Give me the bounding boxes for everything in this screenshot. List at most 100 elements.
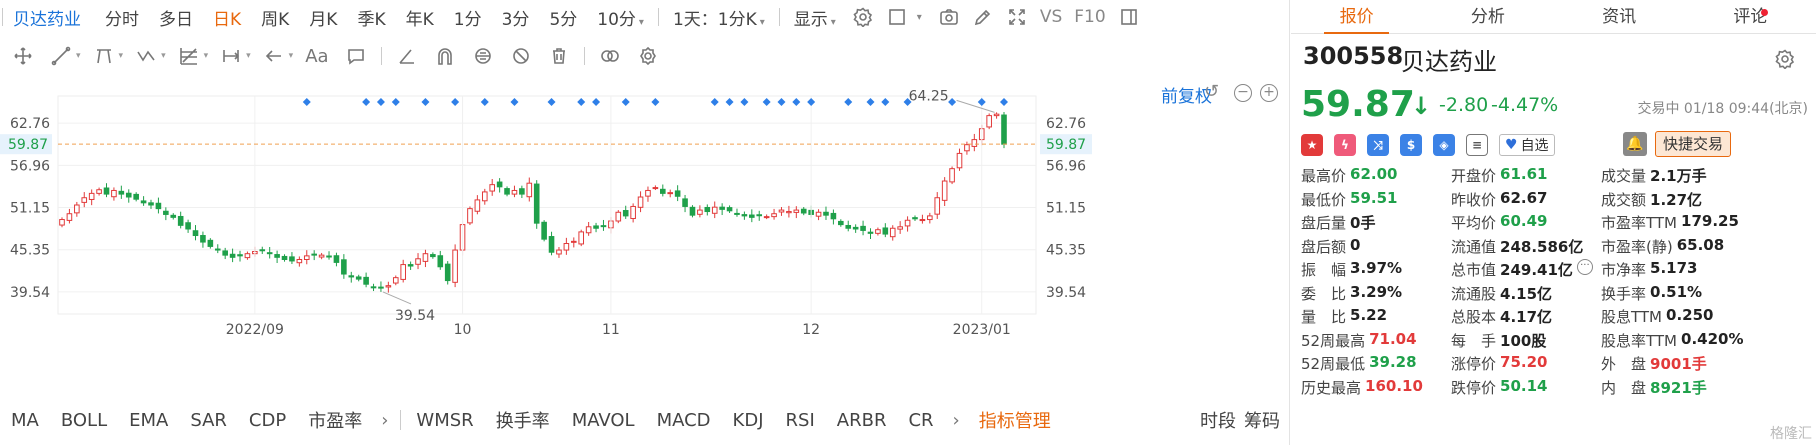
hide-drawings-icon[interactable] [508, 43, 534, 69]
indicator-manage-button[interactable]: 指标管理 [968, 407, 1062, 433]
app-root: 贝达药业 分时 多日 日K 周K 月K 季K 年K 1分 3分 5分 10分 ▾ … [0, 0, 1816, 445]
event-marker-icon [1000, 98, 1008, 106]
channel-tool-icon[interactable] [91, 43, 117, 69]
candle-body [578, 231, 585, 245]
period-month-k[interactable]: 月K [299, 5, 347, 30]
gear-icon[interactable] [1772, 46, 1798, 72]
indicator-arbr[interactable]: ARBR [826, 410, 898, 431]
chevron-down-icon[interactable]: ▾ [246, 51, 251, 61]
chevron-down-icon[interactable]: ▾ [161, 51, 166, 61]
comment-icon[interactable] [343, 43, 369, 69]
period-quarter-k[interactable]: 季K [347, 5, 395, 30]
china-flag-icon[interactable]: ★ [1301, 134, 1323, 156]
indicator-rsi[interactable]: RSI [775, 410, 826, 431]
arrow-left-icon[interactable] [261, 43, 287, 69]
period-intraday[interactable]: 分时 [95, 5, 149, 30]
kline-chart[interactable]: 62.76 62.76 56.96 56.96 51.15 51.15 45.35 45.35… [0, 76, 1290, 396]
zoom-in-icon[interactable]: + [1260, 84, 1278, 102]
fibonacci-tool-icon[interactable] [176, 43, 202, 69]
stock-name-link[interactable]: 贝达药业 [7, 5, 95, 30]
chart-style-square-icon[interactable] [884, 4, 910, 30]
chevron-down-icon[interactable]: ▾ [119, 51, 124, 61]
kline-chart-svg[interactable]: 62.76 62.76 56.96 56.96 51.15 51.15 45.35 45.35… [0, 76, 1290, 396]
compare-vs-button[interactable]: VS [1034, 7, 1068, 27]
chevron-down-icon[interactable]: ▾ [289, 51, 294, 61]
candle-body [437, 255, 444, 268]
trash-icon[interactable] [546, 43, 572, 69]
candle-body [140, 200, 147, 204]
quote-panel: 报价 分析 资讯 评论 300558 贝达药业 59.87 ↓ -2.80 -4… [1291, 0, 1816, 445]
session-button[interactable]: 时段 [1196, 407, 1240, 433]
line-tool-icon[interactable] [48, 43, 74, 69]
chevron-right-icon[interactable]: › [945, 410, 968, 431]
event-marker-icon [592, 98, 601, 106]
more-options-icon[interactable]: ··· [1576, 259, 1593, 276]
period-5min[interactable]: 5分 [539, 5, 587, 30]
drawing-settings-icon[interactable] [635, 43, 661, 69]
add-favorite-button[interactable]: ♥ 自选 [1499, 134, 1555, 156]
stat-cell: 每 手 100股 [1451, 330, 1601, 351]
fullscreen-icon[interactable] [1004, 4, 1030, 30]
tab-comments[interactable]: 评论 [1685, 0, 1816, 33]
tab-news[interactable]: 资讯 [1554, 0, 1685, 33]
indicator-kdj[interactable]: KDJ [722, 410, 775, 431]
y-tick-label-left: 51.15 [10, 201, 50, 217]
reset-zoom-icon[interactable]: ↺ [1204, 81, 1219, 102]
indicator-cr[interactable]: CR [897, 410, 944, 431]
chevron-right-icon[interactable]: › [373, 410, 396, 431]
overlay-compare-icon[interactable] [597, 43, 623, 69]
panel-toggle-icon[interactable] [1116, 4, 1142, 30]
bell-icon[interactable]: 🔔 [1623, 132, 1647, 156]
period-1min[interactable]: 1分 [444, 5, 492, 30]
angle-tool-icon[interactable] [394, 43, 420, 69]
stat-cell: 振 幅 3.97% [1301, 259, 1451, 280]
shuffle-icon[interactable]: ⤨ [1367, 134, 1389, 156]
tab-analysis[interactable]: 分析 [1422, 0, 1553, 33]
display-menu[interactable]: 显示 ▾ [784, 5, 846, 30]
indicator-macd[interactable]: MACD [646, 410, 722, 431]
period-day-k[interactable]: 日K [203, 5, 251, 30]
candle-body [259, 249, 266, 252]
chevron-down-icon[interactable]: ▾ [917, 12, 922, 23]
lightning-icon[interactable]: ϟ [1334, 134, 1356, 156]
move-cross-icon[interactable] [10, 43, 36, 69]
range-tool-icon[interactable] [218, 43, 244, 69]
lock-drawing-icon[interactable] [470, 43, 496, 69]
indicator-sar[interactable]: SAR [179, 410, 238, 431]
period-10min[interactable]: 10分 ▾ [587, 5, 654, 30]
interval-select[interactable]: 1天：1分K ▾ [663, 5, 775, 30]
f10-button[interactable]: F10 [1068, 7, 1111, 27]
camera-icon[interactable] [936, 4, 962, 30]
chip-distribution-button[interactable]: 筹码 [1240, 407, 1284, 433]
indicator-boll[interactable]: BOLL [50, 410, 118, 431]
period-3min[interactable]: 3分 [492, 5, 540, 30]
quick-trade-button[interactable]: 快捷交易 [1655, 131, 1732, 157]
chevron-down-icon[interactable]: ▾ [76, 51, 81, 61]
period-multiday[interactable]: 多日 [149, 5, 203, 30]
note-icon[interactable]: ≡ [1466, 134, 1488, 156]
pencil-icon[interactable] [970, 4, 996, 30]
indicator-turnover[interactable]: 换手率 [485, 407, 561, 433]
wave-tool-icon[interactable] [133, 43, 159, 69]
text-tool[interactable]: Aa [305, 46, 328, 67]
indicator-ma[interactable]: MA [0, 410, 50, 431]
magnet-icon[interactable] [432, 43, 458, 69]
period-year-k[interactable]: 年K [396, 5, 444, 30]
indicator-pe[interactable]: 市盈率 [297, 407, 373, 433]
stat-value: 62.00 [1350, 165, 1398, 184]
settings-gear-icon[interactable] [850, 4, 876, 30]
zoom-out-icon[interactable]: − [1234, 84, 1252, 102]
period-week-k[interactable]: 周K [251, 5, 299, 30]
indicator-cdp[interactable]: CDP [238, 410, 297, 431]
tag-icon[interactable]: ◈ [1433, 134, 1455, 156]
chevron-down-icon[interactable]: ▾ [204, 51, 209, 61]
candle-body [474, 199, 481, 212]
indicator-mavol[interactable]: MAVOL [561, 410, 646, 431]
indicator-wmsr[interactable]: WMSR [405, 410, 484, 431]
y-tick-label-left: 56.96 [10, 158, 50, 174]
candle-body [496, 181, 503, 188]
indicator-ema[interactable]: EMA [118, 410, 179, 431]
tab-quote[interactable]: 报价 [1291, 0, 1422, 34]
dollar-icon[interactable]: $ [1400, 134, 1422, 156]
stat-value: 8921手 [1650, 378, 1707, 397]
